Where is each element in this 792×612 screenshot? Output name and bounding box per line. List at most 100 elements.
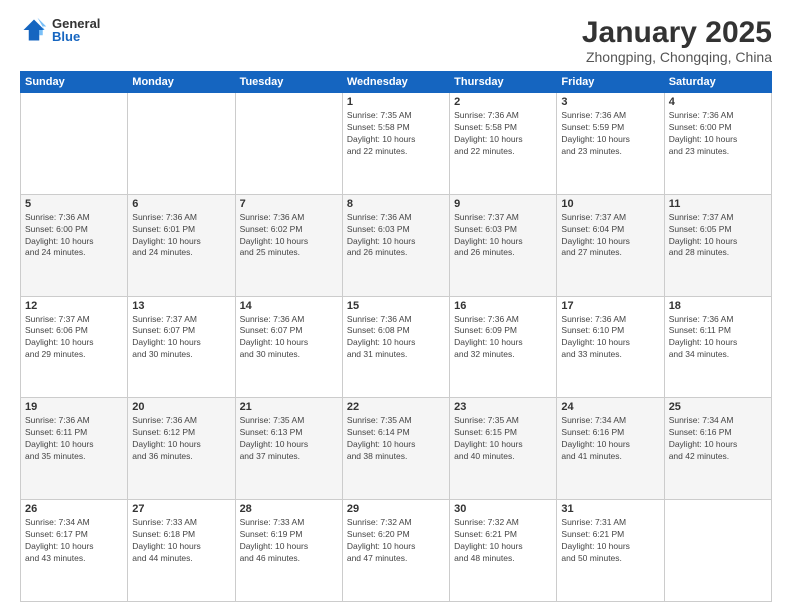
day-number: 19 [25,401,123,413]
day-number: 12 [25,300,123,312]
day-cell: 13 Sunrise: 7:37 AM Sunset: 6:07 PM Dayli… [128,296,235,398]
day-cell [664,500,771,602]
day-cell: 21Sunrise: 7:35 AM Sunset: 6:13 PM Dayli… [235,398,342,500]
col-sunday: Sunday [21,72,128,93]
col-thursday: Thursday [450,72,557,93]
day-number: 20 [132,401,230,413]
day-cell: 14 Sunrise: 7:36 AM Sunset: 6:07 PM Dayli… [235,296,342,398]
day-info: Sunrise: 7:36 AM Sunset: 6:10 PM Dayligh… [561,314,659,362]
day-info: Sunrise: 7:35 AM Sunset: 6:15 PM Dayligh… [454,415,552,463]
day-cell: 12 Sunrise: 7:37 AM Sunset: 6:06 PM Dayli… [21,296,128,398]
header-row: Sunday Monday Tuesday Wednesday Thursday… [21,72,772,93]
day-number: 15 [347,300,445,312]
day-info: Sunrise: 7:37 AM Sunset: 6:07 PM Dayligh… [132,314,230,362]
day-cell [128,93,235,195]
day-cell: 17 Sunrise: 7:36 AM Sunset: 6:10 PM Dayli… [557,296,664,398]
day-info: Sunrise: 7:36 AM Sunset: 6:07 PM Dayligh… [240,314,338,362]
day-number: 6 [132,198,230,210]
day-info: Sunrise: 7:36 AM Sunset: 6:09 PM Dayligh… [454,314,552,362]
week-row-4: 19Sunrise: 7:36 AM Sunset: 6:11 PM Dayli… [21,398,772,500]
day-info: Sunrise: 7:32 AM Sunset: 6:21 PM Dayligh… [454,517,552,565]
day-cell: 15Sunrise: 7:36 AM Sunset: 6:08 PM Dayli… [342,296,449,398]
day-info: Sunrise: 7:36 AM Sunset: 6:03 PM Dayligh… [347,212,445,260]
day-cell: 16 Sunrise: 7:36 AM Sunset: 6:09 PM Dayli… [450,296,557,398]
title-block: January 2025 Zhongping, Chongqing, China [582,16,772,65]
day-cell: 3Sunrise: 7:36 AM Sunset: 5:59 PM Daylig… [557,93,664,195]
week-row-5: 26 Sunrise: 7:34 AM Sunset: 6:17 PM Dayli… [21,500,772,602]
day-info: Sunrise: 7:36 AM Sunset: 6:12 PM Dayligh… [132,415,230,463]
day-number: 7 [240,198,338,210]
day-cell: 25 Sunrise: 7:34 AM Sunset: 6:16 PM Dayli… [664,398,771,500]
day-cell: 31Sunrise: 7:31 AM Sunset: 6:21 PM Dayli… [557,500,664,602]
day-info: Sunrise: 7:34 AM Sunset: 6:16 PM Dayligh… [669,415,767,463]
day-number: 17 [561,300,659,312]
day-cell: 24Sunrise: 7:34 AM Sunset: 6:16 PM Dayli… [557,398,664,500]
day-cell: 18 Sunrise: 7:36 AM Sunset: 6:11 PM Dayli… [664,296,771,398]
day-number: 10 [561,198,659,210]
day-number: 13 [132,300,230,312]
day-number: 25 [669,401,767,413]
day-info: Sunrise: 7:36 AM Sunset: 6:11 PM Dayligh… [669,314,767,362]
logo-blue-text: Blue [52,30,100,43]
day-number: 5 [25,198,123,210]
day-info: Sunrise: 7:37 AM Sunset: 6:03 PM Dayligh… [454,212,552,260]
day-number: 16 [454,300,552,312]
page: General Blue January 2025 Zhongping, Cho… [0,0,792,612]
day-cell: 29 Sunrise: 7:32 AM Sunset: 6:20 PM Dayli… [342,500,449,602]
week-row-2: 5 Sunrise: 7:36 AM Sunset: 6:00 PM Daylig… [21,194,772,296]
day-info: Sunrise: 7:36 AM Sunset: 6:00 PM Dayligh… [25,212,123,260]
day-cell: 22 Sunrise: 7:35 AM Sunset: 6:14 PM Dayli… [342,398,449,500]
day-info: Sunrise: 7:36 AM Sunset: 5:58 PM Dayligh… [454,110,552,158]
day-number: 22 [347,401,445,413]
day-info: Sunrise: 7:36 AM Sunset: 6:02 PM Dayligh… [240,212,338,260]
col-saturday: Saturday [664,72,771,93]
day-number: 26 [25,503,123,515]
day-cell: 20 Sunrise: 7:36 AM Sunset: 6:12 PM Dayli… [128,398,235,500]
calendar-title: January 2025 [582,16,772,49]
day-number: 27 [132,503,230,515]
day-cell: 1 Sunrise: 7:35 AM Sunset: 5:58 PM Daylig… [342,93,449,195]
day-info: Sunrise: 7:32 AM Sunset: 6:20 PM Dayligh… [347,517,445,565]
day-number: 14 [240,300,338,312]
day-cell: 6Sunrise: 7:36 AM Sunset: 6:01 PM Daylig… [128,194,235,296]
day-info: Sunrise: 7:36 AM Sunset: 5:59 PM Dayligh… [561,110,659,158]
day-number: 1 [347,96,445,108]
day-info: Sunrise: 7:31 AM Sunset: 6:21 PM Dayligh… [561,517,659,565]
day-number: 23 [454,401,552,413]
day-info: Sunrise: 7:34 AM Sunset: 6:17 PM Dayligh… [25,517,123,565]
day-info: Sunrise: 7:37 AM Sunset: 6:06 PM Dayligh… [25,314,123,362]
day-number: 9 [454,198,552,210]
day-info: Sunrise: 7:33 AM Sunset: 6:19 PM Dayligh… [240,517,338,565]
day-cell: 26 Sunrise: 7:34 AM Sunset: 6:17 PM Dayli… [21,500,128,602]
day-cell: 8 Sunrise: 7:36 AM Sunset: 6:03 PM Daylig… [342,194,449,296]
day-cell: 27 Sunrise: 7:33 AM Sunset: 6:18 PM Dayli… [128,500,235,602]
day-number: 11 [669,198,767,210]
week-row-1: 1 Sunrise: 7:35 AM Sunset: 5:58 PM Daylig… [21,93,772,195]
day-number: 29 [347,503,445,515]
day-cell [21,93,128,195]
day-info: Sunrise: 7:35 AM Sunset: 6:14 PM Dayligh… [347,415,445,463]
day-cell: 2 Sunrise: 7:36 AM Sunset: 5:58 PM Daylig… [450,93,557,195]
day-number: 18 [669,300,767,312]
day-info: Sunrise: 7:35 AM Sunset: 5:58 PM Dayligh… [347,110,445,158]
day-cell: 19Sunrise: 7:36 AM Sunset: 6:11 PM Dayli… [21,398,128,500]
calendar-subtitle: Zhongping, Chongqing, China [582,49,772,65]
col-wednesday: Wednesday [342,72,449,93]
day-cell: 5 Sunrise: 7:36 AM Sunset: 6:00 PM Daylig… [21,194,128,296]
day-cell: 10Sunrise: 7:37 AM Sunset: 6:04 PM Dayli… [557,194,664,296]
day-number: 2 [454,96,552,108]
day-number: 4 [669,96,767,108]
day-cell: 23 Sunrise: 7:35 AM Sunset: 6:15 PM Dayli… [450,398,557,500]
day-cell: 30Sunrise: 7:32 AM Sunset: 6:21 PM Dayli… [450,500,557,602]
day-info: Sunrise: 7:34 AM Sunset: 6:16 PM Dayligh… [561,415,659,463]
day-info: Sunrise: 7:33 AM Sunset: 6:18 PM Dayligh… [132,517,230,565]
week-row-3: 12 Sunrise: 7:37 AM Sunset: 6:06 PM Dayli… [21,296,772,398]
logo: General Blue [20,16,100,44]
day-cell: 28 Sunrise: 7:33 AM Sunset: 6:19 PM Dayli… [235,500,342,602]
logo-icon [20,16,48,44]
day-cell: 11Sunrise: 7:37 AM Sunset: 6:05 PM Dayli… [664,194,771,296]
col-tuesday: Tuesday [235,72,342,93]
day-number: 8 [347,198,445,210]
day-number: 28 [240,503,338,515]
day-cell [235,93,342,195]
